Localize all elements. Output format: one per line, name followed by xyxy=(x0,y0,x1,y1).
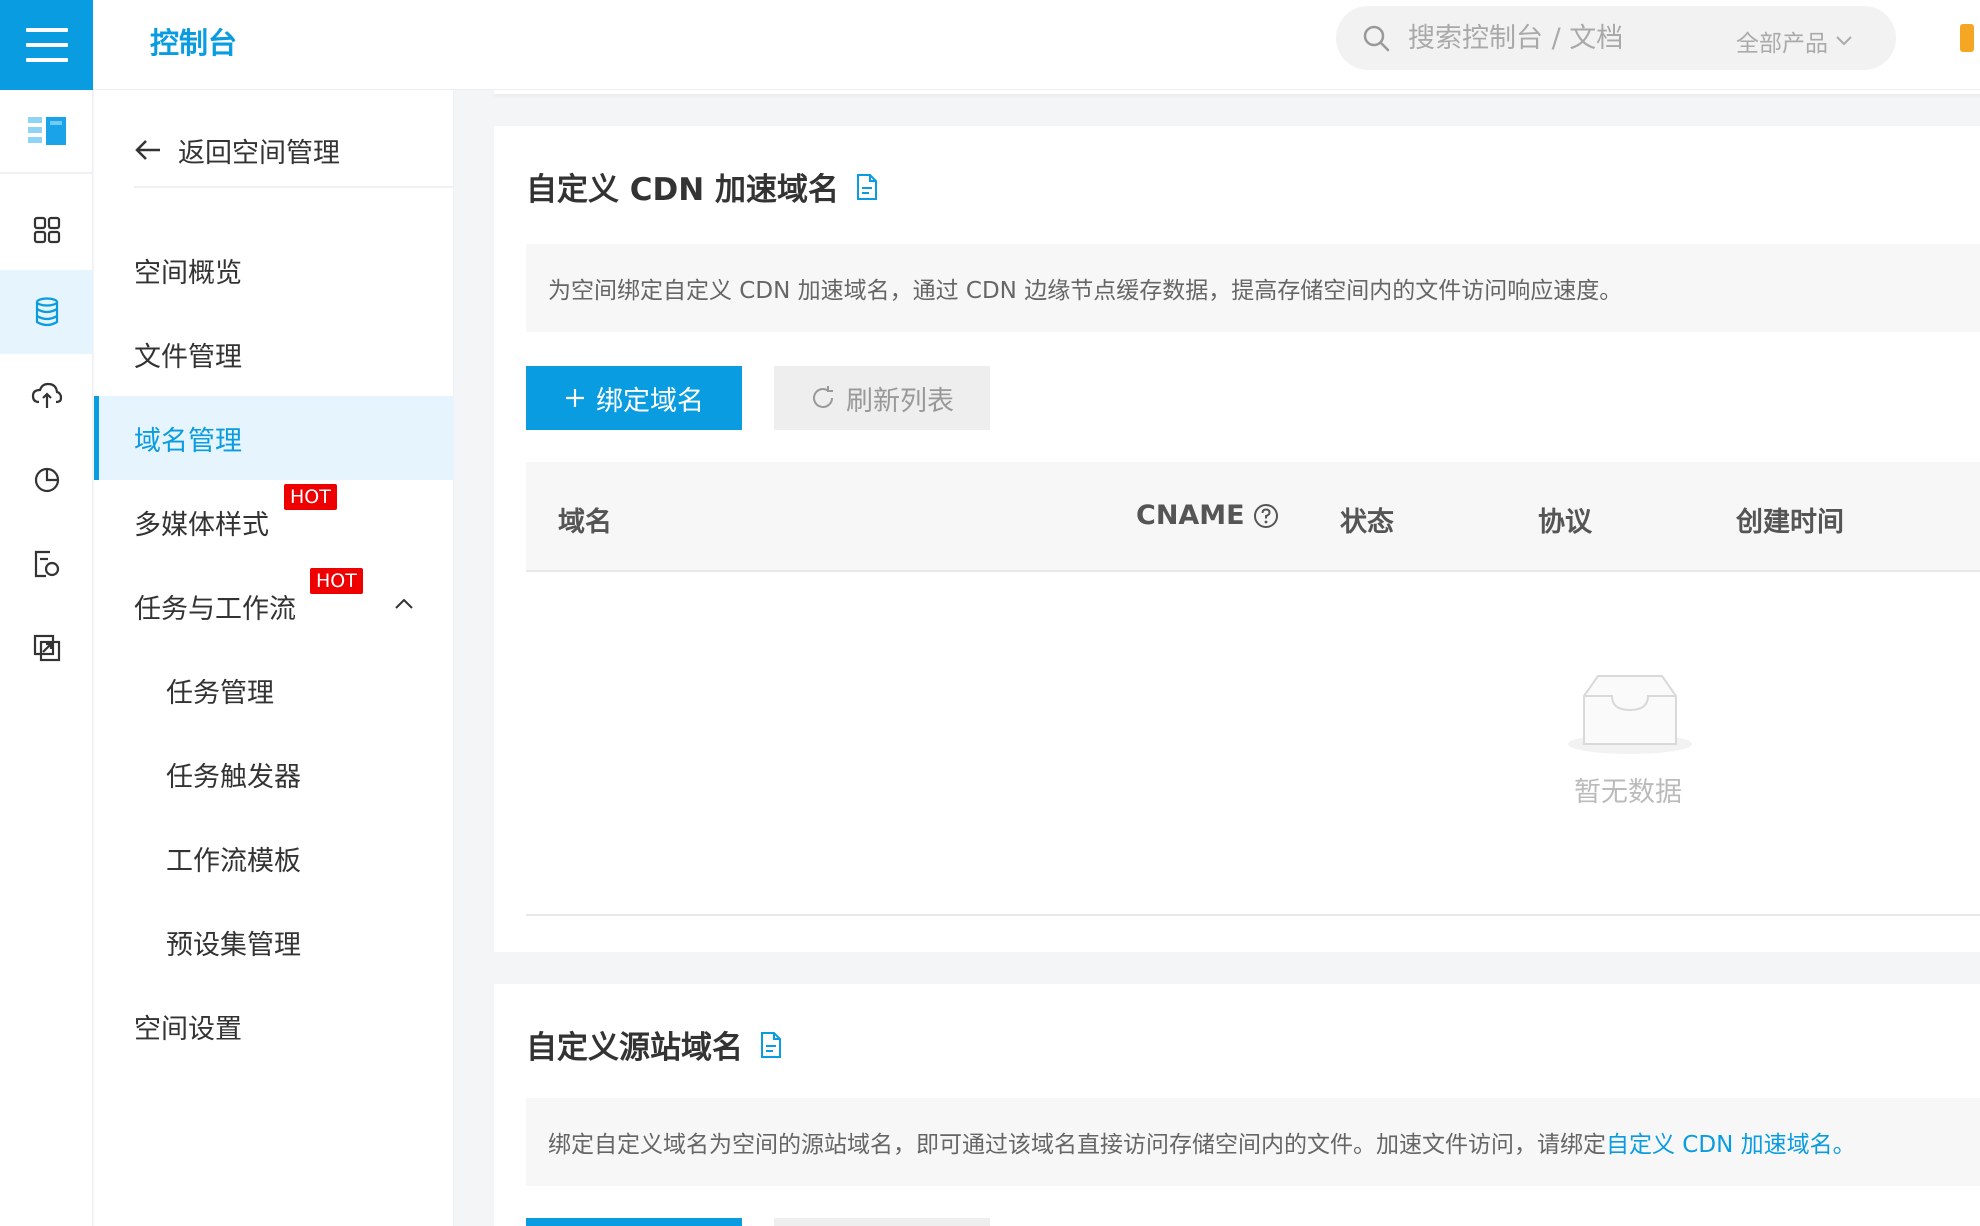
document-icon[interactable] xyxy=(759,1031,783,1059)
bind-domain-label: 绑定域名 xyxy=(596,385,704,417)
column-cname: CNAME xyxy=(1136,500,1279,531)
nav-item-label: 空间设置 xyxy=(134,1013,242,1045)
origin-description-text: 绑定自定义域名为空间的源站域名，即可通过该域名直接访问存储空间内的文件。加速文件… xyxy=(548,1132,1606,1158)
cdn-description: 为空间绑定自定义 CDN 加速域名，通过 CDN 边缘节点缓存数据，提高存储空间… xyxy=(526,244,1980,332)
nav-item-settings[interactable]: 空间设置 xyxy=(94,984,454,1068)
hot-badge: HOT xyxy=(310,568,363,594)
nav-item-workflows[interactable]: 任务与工作流 HOT xyxy=(94,564,454,648)
nav-item-overview[interactable]: 空间概览 xyxy=(94,228,454,312)
empty-text: 暂无数据 xyxy=(1574,777,1682,808)
refresh-icon xyxy=(813,386,833,408)
refresh-list-label: 刷新列表 xyxy=(846,385,954,417)
arrow-left-icon xyxy=(135,140,160,160)
nav-item-label: 空间概览 xyxy=(134,257,242,289)
nav-item-media-styles[interactable]: 多媒体样式 HOT xyxy=(94,480,454,564)
chevron-up-icon xyxy=(395,598,413,609)
top-bar: 控制台 全部产品 xyxy=(0,0,1980,90)
nav-item-workflow-templates[interactable]: 工作流模板 xyxy=(94,816,454,900)
column-domain: 域名 xyxy=(558,507,612,538)
notification-icon[interactable] xyxy=(1960,24,1974,52)
chevron-down-icon xyxy=(1836,36,1852,46)
nav-item-label: 域名管理 xyxy=(134,425,242,457)
nav-item-label: 预设集管理 xyxy=(166,929,301,961)
origin-domain-card: 自定义源站域名 绑定自定义域名为空间的源站域名，即可通过该域名直接访问存储空间内… xyxy=(494,984,1980,1226)
search-input[interactable] xyxy=(1408,18,1708,58)
nav-item-label: 工作流模板 xyxy=(166,845,301,877)
search-box[interactable]: 全部产品 xyxy=(1336,6,1896,70)
plus-icon xyxy=(566,389,584,407)
column-protocol: 协议 xyxy=(1538,507,1592,538)
cdn-domain-card: 自定义 CDN 加速域名 为空间绑定自定义 CDN 加速域名，通过 CDN 边缘… xyxy=(494,126,1980,952)
column-status: 状态 xyxy=(1340,507,1394,538)
nav-divider xyxy=(134,186,454,188)
column-created-time: 创建时间 xyxy=(1736,507,1844,538)
back-label: 返回空间管理 xyxy=(178,137,340,169)
question-circle-icon[interactable] xyxy=(1253,503,1279,529)
product-filter-select[interactable]: 全部产品 xyxy=(1736,24,1852,58)
origin-section-title: 自定义源站域名 xyxy=(526,1022,783,1067)
main-content: 自定义 CDN 加速域名 为空间绑定自定义 CDN 加速域名，通过 CDN 边缘… xyxy=(454,90,1980,1226)
icon-rail xyxy=(0,90,93,1226)
nav-item-label: 多媒体样式 xyxy=(134,509,269,541)
storage-logo-icon[interactable] xyxy=(0,90,93,174)
back-to-bucket-list[interactable]: 返回空间管理 xyxy=(134,114,424,186)
empty-state: 暂无数据 xyxy=(526,572,1980,916)
cdn-domain-link[interactable]: 自定义 CDN 加速域名。 xyxy=(1606,1125,1856,1159)
hot-badge: HOT xyxy=(284,484,337,510)
cdn-section-title: 自定义 CDN 加速域名 xyxy=(526,164,879,209)
empty-inbox-icon xyxy=(1568,675,1692,754)
nav-item-label: 任务管理 xyxy=(166,677,274,709)
cdn-title-text: 自定义 CDN 加速域名 xyxy=(526,172,840,208)
nav-item-label: 任务与工作流 xyxy=(134,593,296,625)
nav-item-task-triggers[interactable]: 任务触发器 xyxy=(94,732,454,816)
bind-domain-button[interactable]: 绑定域名 xyxy=(526,366,742,430)
origin-description: 绑定自定义域名为空间的源站域名，即可通过该域名直接访问存储空间内的文件。加速文件… xyxy=(526,1098,1980,1186)
column-cname-label: CNAME xyxy=(1136,500,1245,531)
console-title[interactable]: 控制台 xyxy=(150,20,237,62)
file-monitor-icon[interactable] xyxy=(0,522,93,606)
origin-title-text: 自定义源站域名 xyxy=(526,1030,743,1066)
nav-item-label: 文件管理 xyxy=(134,341,242,373)
transfer-icon[interactable] xyxy=(0,606,93,690)
refresh-list-button[interactable]: 刷新列表 xyxy=(774,366,990,430)
previous-card-edge xyxy=(494,90,1980,94)
product-filter-label: 全部产品 xyxy=(1736,31,1828,57)
nav-item-files[interactable]: 文件管理 xyxy=(94,312,454,396)
nav-item-label: 任务触发器 xyxy=(166,761,301,793)
refresh-origin-list-button[interactable] xyxy=(774,1218,990,1226)
search-icon xyxy=(1363,25,1390,52)
nav-item-domains[interactable]: 域名管理 xyxy=(94,396,454,480)
document-icon[interactable] xyxy=(855,173,879,201)
side-nav: 返回空间管理 空间概览 文件管理 域名管理 多媒体样式 HOT 任务与工作流 H… xyxy=(94,90,454,1226)
bind-origin-domain-button[interactable] xyxy=(526,1218,742,1226)
nav-item-task-management[interactable]: 任务管理 xyxy=(94,648,454,732)
database-icon[interactable] xyxy=(0,270,93,354)
pie-chart-icon[interactable] xyxy=(0,438,93,522)
cloud-sync-icon[interactable] xyxy=(0,354,93,438)
menu-icon[interactable] xyxy=(0,0,93,90)
domain-table-header: 域名 CNAME 状态 协议 创建时间 xyxy=(526,462,1980,572)
grid-icon[interactable] xyxy=(0,188,93,272)
nav-item-presets[interactable]: 预设集管理 xyxy=(94,900,454,984)
